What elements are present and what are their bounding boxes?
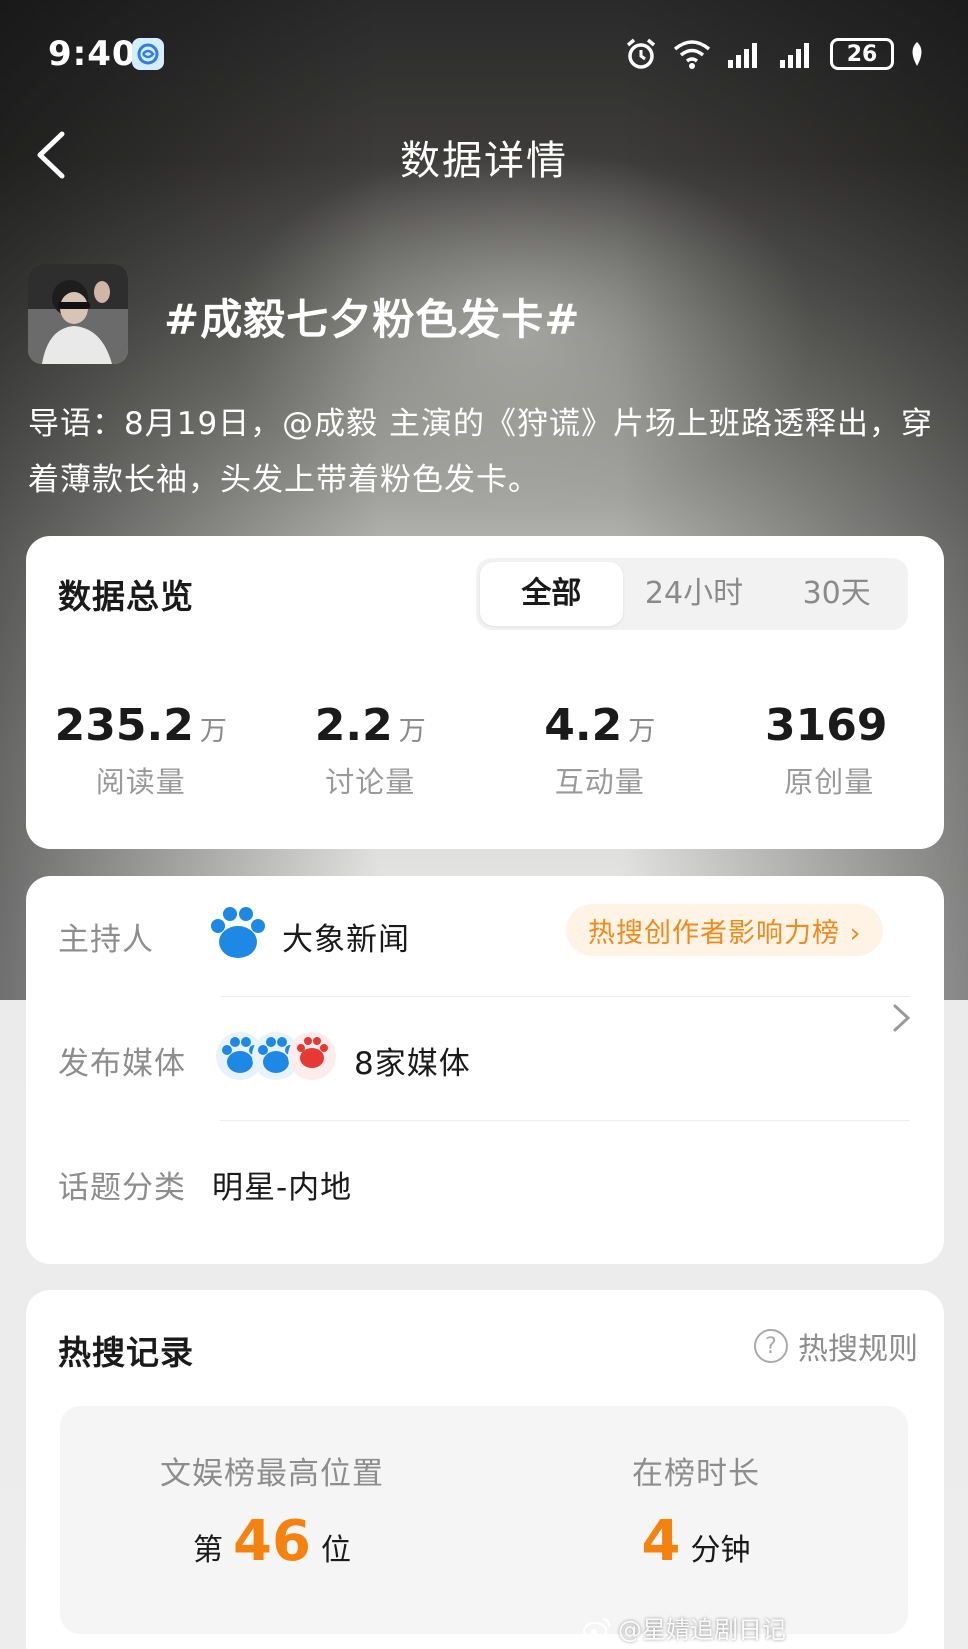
status-icons: 26	[624, 34, 926, 74]
duration-unit: 分钟	[690, 1533, 751, 1568]
media-label: 发布媒体	[58, 1046, 186, 1082]
host-label: 主持人	[58, 922, 154, 958]
media-logos-icon	[216, 1032, 336, 1080]
wifi-icon	[673, 40, 711, 69]
info-card: 主持人 大象新闻 热搜创作者影响力榜 › 发布媒体 8家媒体 话题分类 明星-内…	[26, 876, 944, 1264]
tab-30d[interactable]: 30天	[765, 562, 908, 626]
app-notification-icon	[132, 38, 164, 70]
stat-value: 3169	[765, 700, 888, 751]
media-logos[interactable]	[216, 1026, 336, 1086]
duration-label: 在榜时长	[632, 1456, 760, 1492]
record-heading: 热搜记录	[58, 1333, 194, 1372]
stat-originals: 3169 原创量	[715, 700, 945, 801]
paw-logo-icon	[211, 907, 265, 958]
divider	[220, 1120, 910, 1121]
stat-discussions: 2.2 万 讨论量	[256, 700, 486, 801]
stat-unit: 万	[398, 716, 426, 747]
host-avatar[interactable]	[208, 904, 268, 964]
topic-title: #成毅七夕粉色发卡#	[164, 295, 581, 344]
overview-heading: 数据总览	[58, 577, 194, 616]
stat-reads: 235.2 万 阅读量	[26, 700, 256, 801]
creator-rank-badge[interactable]: 热搜创作者影响力榜 ›	[566, 904, 884, 956]
watermark: @星婧追剧日记	[582, 1610, 786, 1645]
divider	[220, 996, 910, 997]
status-time: 9:40	[48, 34, 137, 74]
stat-label: 互动量	[554, 765, 645, 799]
best-value: 46	[233, 1509, 311, 1574]
tab-all[interactable]: 全部	[480, 562, 623, 626]
stat-value: 4.2	[544, 700, 623, 751]
rules-label: 热搜规则	[798, 1332, 918, 1367]
topic-avatar[interactable]	[28, 264, 128, 364]
signal-icon	[780, 43, 809, 68]
record-summary: 文娱榜最高位置 第 46 位 在榜时长 4 分钟	[60, 1406, 908, 1634]
overview-card: 数据总览 全部 24小时 30天 235.2 万 阅读量 2.2 万 讨论量 4.2…	[26, 536, 944, 849]
stat-label: 讨论量	[325, 765, 416, 799]
best-position-label: 文娱榜最高位置	[160, 1456, 384, 1492]
page-title: 数据详情	[400, 138, 568, 184]
category-value: 明星-内地	[212, 1170, 353, 1206]
best-suffix: 位	[320, 1533, 351, 1568]
stat-interactions: 4.2 万 互动量	[485, 700, 715, 801]
rules-link[interactable]: ? 热搜规则	[754, 1324, 918, 1368]
leaf-icon	[912, 42, 922, 66]
battery-icon: 26	[830, 38, 894, 70]
stat-label: 原创量	[784, 765, 875, 799]
time-range-tabs: 全部 24小时 30天	[476, 558, 908, 630]
duration: 在榜时长 4 分钟	[484, 1406, 908, 1634]
stat-unit: 万	[199, 716, 227, 747]
stat-label: 阅读量	[95, 765, 186, 799]
chevron-right-icon[interactable]	[890, 998, 914, 1038]
signal-icon	[728, 43, 757, 68]
stats-row: 235.2 万 阅读量 2.2 万 讨论量 4.2 万 互动量 3169 原创量	[26, 700, 944, 801]
stat-unit: 万	[628, 716, 656, 747]
topic-intro: 导语：8月19日，@成毅 主演的《狩谎》片场上班路透释出，穿着薄款长袖，头发上带…	[28, 406, 934, 498]
stat-value: 2.2	[314, 700, 393, 751]
watermark-text: @星婧追剧日记	[618, 1616, 786, 1644]
best-prefix: 第	[193, 1533, 224, 1568]
media-count[interactable]: 8家媒体	[354, 1038, 471, 1083]
question-icon: ?	[754, 1329, 788, 1363]
best-position: 文娱榜最高位置 第 46 位	[60, 1406, 484, 1634]
duration-value: 4	[641, 1509, 681, 1574]
host-name[interactable]: 大象新闻	[282, 914, 410, 959]
weibo-logo-icon	[583, 1617, 611, 1640]
stat-value: 235.2	[54, 700, 194, 751]
tab-24h[interactable]: 24小时	[623, 562, 766, 626]
category-label: 话题分类	[58, 1170, 186, 1206]
hot-search-record-card: 热搜记录 ? 热搜规则 文娱榜最高位置 第 46 位 在榜时长 4 分钟	[26, 1290, 944, 1649]
alarm-icon	[626, 38, 656, 69]
